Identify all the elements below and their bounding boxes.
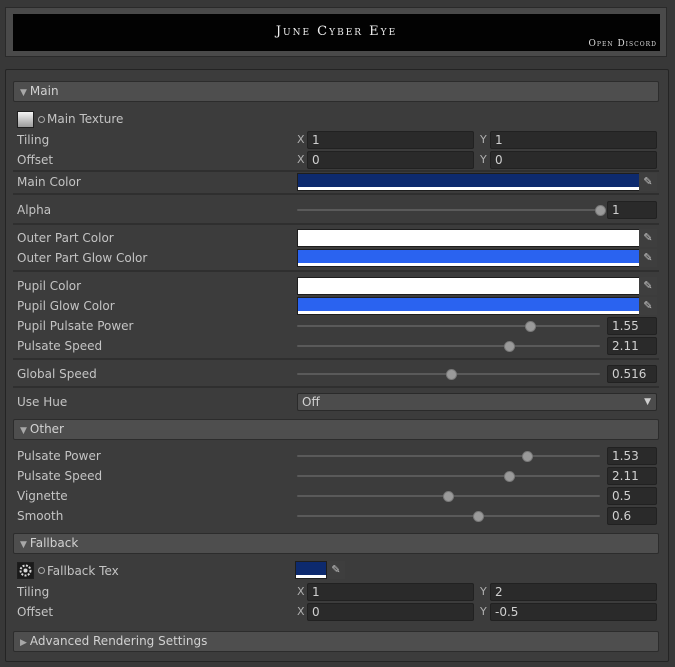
fallback-offset-y-field[interactable]: -0.5 — [490, 603, 657, 621]
tiling-label: Tiling — [17, 133, 50, 147]
smooth-label: Smooth — [17, 509, 64, 523]
object-picker-icon[interactable] — [38, 116, 45, 123]
separator — [13, 170, 659, 172]
global-speed-slider-handle[interactable] — [446, 369, 458, 380]
fallback-offset-label: Offset — [17, 605, 54, 619]
separator — [13, 270, 659, 272]
pupil-color-label: Pupil Color — [17, 279, 82, 293]
section-main-header[interactable]: ▼ Main — [13, 81, 659, 102]
alpha-slider-handle[interactable] — [594, 205, 606, 216]
open-discord-link[interactable]: Open Discord — [589, 39, 657, 49]
fallback-offset-y-axis-label: Y — [480, 605, 487, 618]
tiling-x-axis-label: X — [297, 133, 305, 146]
other-pulsate-speed-label: Pulsate Speed — [17, 469, 103, 483]
section-fallback-header[interactable]: ▼ Fallback — [13, 533, 659, 554]
vignette-label: Vignette — [17, 489, 68, 503]
pulsate-speed-label: Pulsate Speed — [17, 339, 103, 353]
global-speed-label: Global Speed — [17, 367, 97, 381]
main-texture-thumbnail[interactable] — [17, 111, 34, 128]
pupil-pulsate-power-label: Pupil Pulsate Power — [17, 319, 134, 333]
main-color-label: Main Color — [17, 175, 81, 189]
smooth-field[interactable]: 0.6 — [607, 507, 657, 525]
pupil-color-swatch[interactable] — [297, 277, 640, 295]
fallback-color-swatch[interactable] — [295, 561, 327, 579]
pupil-pulsate-power-slider-track[interactable] — [297, 325, 600, 327]
eyedropper-icon[interactable]: ✎ — [639, 297, 657, 315]
separator — [13, 193, 659, 195]
other-pulsate-speed-slider-handle[interactable] — [503, 471, 515, 482]
fallback-tex-label: Fallback Tex — [47, 564, 119, 578]
offset-x-field[interactable]: 0 — [307, 151, 474, 169]
pupil-glow-color-swatch[interactable] — [297, 297, 640, 315]
separator — [13, 358, 659, 360]
outer-part-glow-color-label: Outer Part Glow Color — [17, 251, 148, 265]
outer-part-glow-color-swatch[interactable] — [297, 249, 640, 267]
gear-icon — [19, 564, 32, 577]
alpha-label: Alpha — [17, 203, 52, 217]
separator — [13, 223, 659, 225]
section-advanced-header[interactable]: ▶ Advanced Rendering Settings — [13, 631, 659, 652]
triangle-right-icon: ▶ — [20, 638, 27, 648]
use-hue-dropdown[interactable]: Off ▼ — [297, 393, 657, 411]
global-speed-field[interactable]: 0.516 — [607, 365, 657, 383]
pupil-pulsate-power-slider-handle[interactable] — [524, 321, 536, 332]
eyedropper-icon[interactable]: ✎ — [327, 561, 345, 579]
smooth-slider-track[interactable] — [297, 515, 600, 517]
section-advanced-label: Advanced Rendering Settings — [29, 634, 208, 648]
section-other-label: Other — [29, 422, 64, 436]
fallback-tiling-x-field[interactable]: 1 — [307, 583, 474, 601]
eyedropper-icon[interactable]: ✎ — [639, 229, 657, 247]
outer-part-color-label: Outer Part Color — [17, 231, 114, 245]
use-hue-selected-value: Off — [302, 395, 320, 409]
vignette-field[interactable]: 0.5 — [607, 487, 657, 505]
chevron-down-icon: ▼ — [644, 397, 651, 407]
other-pulsate-power-slider-handle[interactable] — [521, 451, 533, 462]
separator — [13, 386, 659, 388]
other-pulsate-speed-slider-track[interactable] — [297, 475, 600, 477]
other-pulsate-power-label: Pulsate Power — [17, 449, 101, 463]
fallback-tiling-label: Tiling — [17, 585, 50, 599]
eyedropper-icon[interactable]: ✎ — [639, 277, 657, 295]
section-main-label: Main — [29, 84, 59, 98]
outer-part-color-swatch[interactable] — [297, 229, 640, 247]
other-pulsate-power-slider-track[interactable] — [297, 455, 600, 457]
fallback-tiling-y-axis-label: Y — [480, 585, 487, 598]
triangle-down-icon: ▼ — [20, 426, 27, 436]
fallback-tiling-x-axis-label: X — [297, 585, 305, 598]
fallback-texture-thumbnail[interactable] — [17, 562, 34, 579]
header-title: June Cyber Eye — [275, 24, 398, 39]
alpha-slider-track[interactable] — [297, 209, 600, 211]
pupil-pulsate-power-field[interactable]: 1.55 — [607, 317, 657, 335]
tiling-y-axis-label: Y — [480, 133, 487, 146]
triangle-down-icon: ▼ — [20, 540, 27, 550]
pulsate-speed-slider-handle[interactable] — [503, 341, 515, 352]
pulsate-speed-slider-track[interactable] — [297, 345, 600, 347]
other-pulsate-power-field[interactable]: 1.53 — [607, 447, 657, 465]
object-picker-icon[interactable] — [38, 567, 45, 574]
offset-label: Offset — [17, 153, 54, 167]
eyedropper-icon[interactable]: ✎ — [639, 249, 657, 267]
use-hue-label: Use Hue — [17, 395, 68, 409]
triangle-down-icon: ▼ — [20, 88, 27, 98]
tiling-y-field[interactable]: 1 — [490, 131, 657, 149]
eyedropper-icon[interactable]: ✎ — [639, 173, 657, 191]
alpha-field[interactable]: 1 — [607, 201, 657, 219]
section-other-header[interactable]: ▼ Other — [13, 419, 659, 440]
other-pulsate-speed-field[interactable]: 2.11 — [607, 467, 657, 485]
main-texture-label: Main Texture — [47, 112, 124, 126]
header-banner: June Cyber Eye Open Discord — [13, 14, 660, 51]
tiling-x-field[interactable]: 1 — [307, 131, 474, 149]
pulsate-speed-field[interactable]: 2.11 — [607, 337, 657, 355]
offset-x-axis-label: X — [297, 153, 305, 166]
main-color-swatch[interactable] — [297, 173, 640, 191]
fallback-tiling-y-field[interactable]: 2 — [490, 583, 657, 601]
section-fallback-label: Fallback — [29, 536, 79, 550]
fallback-offset-x-field[interactable]: 0 — [307, 603, 474, 621]
vignette-slider-handle[interactable] — [443, 491, 454, 502]
offset-y-axis-label: Y — [480, 153, 487, 166]
fallback-offset-x-axis-label: X — [297, 605, 305, 618]
pupil-glow-color-label: Pupil Glow Color — [17, 299, 115, 313]
offset-y-field[interactable]: 0 — [490, 151, 657, 169]
